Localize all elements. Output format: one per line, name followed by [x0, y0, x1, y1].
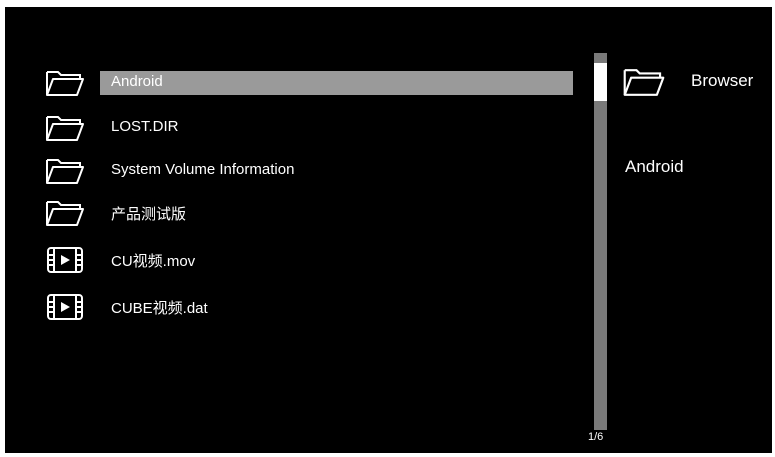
file-item-label: 产品测试版	[111, 206, 187, 223]
scrollbar-thumb[interactable]	[594, 63, 607, 101]
file-item-cu-video[interactable]: CU视频.mov	[5, 243, 585, 277]
file-item-label: CU视频.mov	[111, 253, 196, 270]
selection-highlight	[100, 71, 573, 95]
file-item-product-test[interactable]: 产品测试版	[5, 196, 585, 230]
folder-icon	[45, 69, 85, 97]
scrollbar-track[interactable]	[594, 53, 607, 430]
file-browser-screen: Android LOST.DIR System Volume Informati…	[5, 7, 772, 453]
file-item-label: System Volume Information	[111, 161, 295, 178]
page-indicator: 1/6	[588, 431, 604, 443]
file-item-label: CUBE视频.dat	[111, 300, 208, 317]
folder-icon	[45, 114, 85, 142]
preview-selected-name: Android	[625, 157, 684, 176]
video-file-icon	[45, 246, 85, 274]
preview-title: Browser	[691, 71, 754, 90]
video-file-icon	[45, 293, 85, 321]
file-item-label: Android	[111, 73, 163, 90]
folder-icon	[622, 67, 666, 97]
file-item-system-volume-information[interactable]: System Volume Information	[5, 154, 585, 188]
folder-icon	[45, 199, 85, 227]
file-item-lost-dir[interactable]: LOST.DIR	[5, 111, 585, 145]
file-item-label: LOST.DIR	[111, 118, 179, 135]
file-item-cube-video[interactable]: CUBE视频.dat	[5, 290, 585, 324]
file-item-android[interactable]: Android	[5, 66, 585, 100]
folder-icon	[45, 157, 85, 185]
